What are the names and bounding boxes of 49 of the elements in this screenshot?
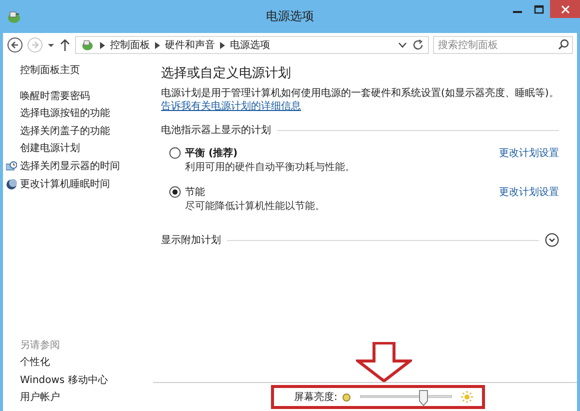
dim-sun-icon — [342, 392, 352, 402]
minimize-icon — [512, 11, 522, 13]
search-icon — [558, 39, 569, 50]
close-button[interactable] — [550, 0, 580, 18]
see-also-link[interactable]: Windows 移动中心 — [20, 372, 153, 390]
sidebar-link[interactable]: 更改计算机睡眠时间 — [20, 176, 110, 194]
close-icon — [560, 4, 570, 14]
page-heading: 选择或自定义电源计划 — [161, 65, 292, 82]
chevron-right-icon — [220, 42, 225, 48]
breadcrumb-item[interactable]: 硬件和声音 — [165, 38, 215, 52]
back-button[interactable] — [7, 37, 23, 53]
refresh-icon[interactable] — [412, 39, 424, 51]
change-plan-link[interactable]: 更改计划设置 — [499, 185, 559, 199]
bright-sun-icon — [461, 391, 474, 403]
recent-dropdown-button[interactable] — [47, 41, 55, 49]
address-field[interactable]: 控制面板 硬件和声音 电源选项 — [75, 36, 429, 54]
expand-button[interactable] — [545, 233, 559, 247]
chevron-right-icon — [155, 42, 160, 48]
plan-description: 尽可能降低计算机性能以节能。 — [184, 200, 326, 214]
plan-name: 平衡 (推荐) — [185, 146, 238, 160]
radio-button[interactable] — [169, 147, 181, 159]
section-title: 显示附加计划 — [161, 234, 221, 247]
sidebar-link[interactable]: 唤醒时需要密码 — [20, 88, 153, 106]
radio-button[interactable] — [169, 186, 181, 198]
chevron-right-icon — [100, 42, 105, 48]
sidebar-link[interactable]: 选择关闭盖子的功能 — [20, 122, 153, 140]
window-title: 电源选项 — [266, 9, 314, 23]
see-also-link[interactable]: 个性化 — [20, 354, 153, 372]
brightness-label: 屏幕亮度: — [294, 390, 338, 404]
change-plan-link[interactable]: 更改计划设置 — [499, 146, 559, 160]
plan-name: 节能 — [185, 186, 205, 199]
maximize-icon — [534, 4, 544, 14]
sidebar-link[interactable]: 选择电源按钮的功能 — [20, 105, 153, 123]
sidebar-link[interactable]: 选择关闭显示器的时间 — [20, 158, 120, 176]
sidebar-link[interactable]: 创建电源计划 — [20, 140, 153, 158]
up-button[interactable] — [59, 38, 71, 52]
plan-description: 利用可用的硬件自动平衡功耗与性能。 — [184, 160, 356, 175]
section-title: 电池指示器上显示的计划 — [161, 124, 271, 137]
dropdown-icon[interactable] — [398, 42, 407, 48]
see-also-link[interactable]: 用户帐户 — [20, 389, 153, 407]
description-text: 电源计划是用于管理计算机如何使用电源的一套硬件和系统设置(如显示器亮度、睡眠等)。 告诉我有关电源计划的详细信息 — [161, 87, 559, 113]
slider-thumb[interactable] — [418, 390, 428, 406]
details-link[interactable]: 告诉我有关电源计划的详细信息 — [161, 101, 301, 112]
down-arrow-drawing — [356, 342, 412, 382]
sidebar-link[interactable]: 控制面板主页 — [20, 62, 153, 80]
breadcrumb-item[interactable]: 控制面板 — [110, 38, 150, 52]
search-field[interactable]: 搜索控制面板 — [433, 36, 573, 54]
see-also-heading: 另请参阅 — [20, 338, 61, 354]
breadcrumb-item[interactable]: 电源选项 — [230, 38, 270, 52]
